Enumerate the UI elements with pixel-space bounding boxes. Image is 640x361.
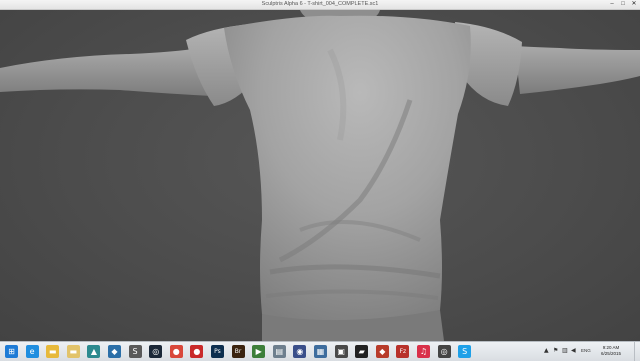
start-icon[interactable]: ⊞	[5, 345, 18, 358]
left-arm	[0, 48, 212, 96]
window-title-bar[interactable]: Sculptris Alpha 6 - T-shirt_004_COMPLETE…	[0, 0, 640, 10]
window-title: Sculptris Alpha 6 - T-shirt_004_COMPLETE…	[261, 1, 379, 7]
steam-icon[interactable]: ◎	[149, 345, 163, 358]
tray-expand-icon[interactable]: ▲	[544, 347, 549, 354]
nvidia-icon[interactable]: ▰	[355, 345, 369, 358]
record-icon[interactable]: ●	[190, 345, 204, 358]
language-indicator[interactable]: ENG	[581, 348, 591, 353]
media-icon[interactable]: ◉	[293, 345, 307, 358]
tray-flag-icon[interactable]: ⚑	[553, 347, 558, 354]
show-desktop-button[interactable]	[634, 342, 640, 361]
bridge-icon[interactable]: Br	[231, 345, 245, 358]
sculptris-icon[interactable]: S	[128, 345, 142, 358]
photos-icon[interactable]: ▲	[87, 345, 101, 358]
close-button[interactable]: ✕	[628, 0, 640, 9]
file-explorer-icon[interactable]: ▬	[46, 345, 60, 358]
clock-date: 6/25/2015	[600, 351, 622, 356]
photoshop-icon[interactable]: Ps	[211, 345, 224, 358]
calculator-icon[interactable]: ▣	[334, 345, 348, 358]
media-player-icon[interactable]: ▶	[252, 345, 266, 358]
itunes-icon[interactable]: ♫	[417, 345, 430, 358]
chrome-icon[interactable]: ●	[169, 345, 183, 358]
sculpt-model	[0, 10, 640, 341]
fire-icon[interactable]: ◆	[375, 345, 389, 358]
skype-icon[interactable]: S	[458, 345, 472, 358]
devices-icon[interactable]: ▤	[272, 345, 286, 358]
folder-icon[interactable]: ▬	[66, 345, 80, 358]
right-arm	[515, 46, 640, 94]
tray-volume-icon[interactable]: ◀	[571, 347, 576, 354]
maps-icon[interactable]: ◆	[108, 345, 121, 358]
cd-icon[interactable]: ◎	[437, 345, 451, 358]
sculpt-viewport[interactable]	[0, 10, 640, 341]
taskbar: ⊞ e ▬ ▬ ▲ ◆ S ◎ ● ● Ps Br ▶ ▤ ◉ ▦ ▣ ▰ ◆ Fz ♫ ◎ S ▲ ⚑ ▥ ◀ ENG 9:20…	[0, 341, 640, 361]
filezilla-icon[interactable]: Fz	[396, 345, 410, 358]
network-icon[interactable]: ▦	[314, 345, 327, 358]
tray-network-icon[interactable]: ▥	[562, 347, 568, 354]
clock[interactable]: 9:20 AM 6/25/2015	[596, 345, 626, 357]
internet-explorer-icon[interactable]: e	[25, 345, 39, 358]
